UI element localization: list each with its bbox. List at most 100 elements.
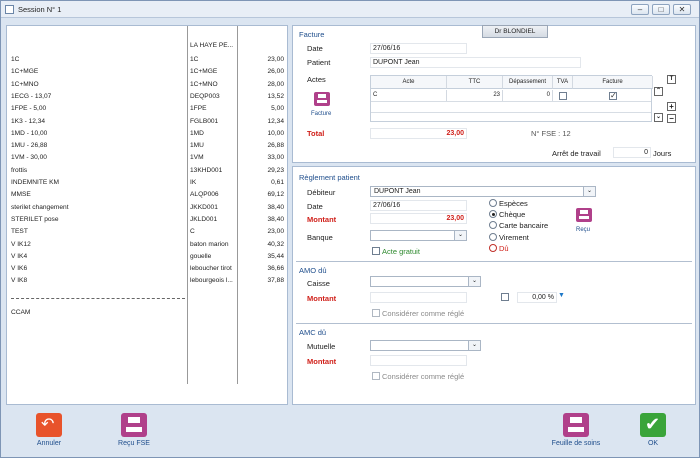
list-item-code[interactable]: 13KHD001 bbox=[190, 167, 222, 178]
radio-cheque[interactable] bbox=[489, 210, 497, 218]
list-item-amount[interactable]: 69,12 bbox=[267, 191, 284, 202]
list-item-code[interactable]: baton marion bbox=[190, 241, 229, 252]
amo-considerer-label[interactable]: Considérer comme réglé bbox=[382, 309, 464, 318]
ok-button[interactable]: OK bbox=[631, 413, 675, 447]
list-item-amount[interactable]: 35,44 bbox=[267, 253, 284, 264]
maximize-button[interactable]: □ bbox=[652, 4, 670, 15]
list-item-amount[interactable]: 28,00 bbox=[267, 81, 284, 92]
remove-row-icon[interactable]: − bbox=[667, 114, 676, 123]
list-item-label[interactable]: INDEMNITE KM bbox=[11, 179, 59, 190]
list-item-amount[interactable]: 13,52 bbox=[267, 93, 284, 104]
list-item-amount[interactable]: 36,66 bbox=[267, 265, 284, 276]
reglement-date-field[interactable]: 27/06/16 bbox=[370, 200, 467, 211]
scroll-up-icon[interactable]: ⌃ bbox=[654, 87, 663, 96]
list-item-label[interactable]: V IK8 bbox=[11, 277, 27, 288]
amc-considerer-label[interactable]: Considérer comme réglé bbox=[382, 372, 464, 381]
list-item-code[interactable]: 1MU bbox=[190, 142, 204, 153]
radio-du-label[interactable]: Dû bbox=[499, 244, 509, 253]
annuler-button[interactable]: Annuler bbox=[27, 413, 71, 447]
amo-considerer-checkbox[interactable] bbox=[372, 309, 380, 317]
radio-du[interactable] bbox=[489, 244, 497, 252]
list-item-amount[interactable]: 33,00 bbox=[267, 154, 284, 165]
list-item-code[interactable]: FGLB001 bbox=[190, 118, 218, 129]
add-row-icon[interactable]: + bbox=[667, 102, 676, 111]
print-recu-label[interactable]: Reçu bbox=[576, 227, 590, 233]
list-item-code[interactable]: JKLD001 bbox=[190, 216, 217, 227]
chevron-down-icon[interactable]: ⌄ bbox=[454, 231, 466, 240]
amo-percent-field[interactable]: 0,00 % bbox=[517, 292, 557, 303]
list-item-label[interactable]: V IK6 bbox=[11, 265, 27, 276]
list-item-amount[interactable]: 5,00 bbox=[271, 105, 284, 116]
list-item-label[interactable]: 1VM - 30,00 bbox=[11, 154, 47, 165]
list-item-label[interactable]: V IK12 bbox=[11, 241, 31, 252]
amo-montant-field[interactable] bbox=[370, 292, 467, 303]
list-item-code[interactable]: ALQP006 bbox=[190, 191, 219, 202]
minimize-button[interactable]: – bbox=[631, 4, 649, 15]
radio-virement-label[interactable]: Virement bbox=[499, 233, 529, 242]
list-item-label[interactable]: 1C bbox=[11, 56, 19, 67]
list-item-code[interactable]: DEQP003 bbox=[190, 93, 220, 104]
list-item-amount[interactable]: 38,40 bbox=[267, 216, 284, 227]
percent-dropdown-icon[interactable]: ▼ bbox=[558, 292, 565, 299]
list-item-code[interactable]: 1C+MGE bbox=[190, 68, 217, 79]
list-item-label[interactable]: 1C+MGE bbox=[11, 68, 38, 79]
list-item-amount[interactable]: 12,34 bbox=[267, 118, 284, 129]
list-item-label[interactable]: frottis bbox=[11, 167, 27, 178]
list-item-amount[interactable]: 37,88 bbox=[267, 277, 284, 288]
list-item-code[interactable]: 1VM bbox=[190, 154, 204, 165]
chevron-down-icon[interactable]: ⌄ bbox=[468, 341, 480, 350]
list-item-code[interactable]: 1C+MNO bbox=[190, 81, 218, 92]
acte-gratuit-label[interactable]: Acte gratuit bbox=[382, 247, 420, 256]
caisse-select[interactable]: ⌄ bbox=[370, 276, 481, 287]
ccam-label[interactable]: CCAM bbox=[11, 309, 30, 320]
list-item-code[interactable]: 1FPE bbox=[190, 105, 207, 116]
print-facture-label[interactable]: Facture bbox=[311, 111, 331, 117]
chevron-down-icon[interactable]: ⌄ bbox=[583, 187, 595, 196]
cell-depassement[interactable]: 0 bbox=[503, 90, 553, 101]
debiteur-select[interactable]: DUPONT Jean ⌄ bbox=[370, 186, 596, 197]
list-item-code[interactable]: 1C bbox=[190, 56, 198, 67]
list-item-amount[interactable]: 23,00 bbox=[267, 228, 284, 239]
acte-gratuit-checkbox[interactable] bbox=[372, 247, 380, 255]
facture-date-field[interactable]: 27/06/16 bbox=[370, 43, 467, 54]
print-facture-icon[interactable] bbox=[314, 92, 330, 106]
banque-select[interactable]: ⌄ bbox=[370, 230, 467, 241]
cell-ttc[interactable]: 23 bbox=[447, 90, 503, 101]
recu-fse-button[interactable]: Reçu FSE bbox=[112, 413, 156, 447]
actes-table[interactable]: Acte TTC Dépassement TVA Facture C 23 0 bbox=[370, 75, 653, 122]
list-item-label[interactable]: STERILET pose bbox=[11, 216, 59, 227]
amc-montant-field[interactable] bbox=[370, 355, 467, 366]
print-recu-icon[interactable] bbox=[576, 208, 592, 222]
list-item-code[interactable]: lebourgeois l... bbox=[190, 277, 233, 288]
amc-considerer-checkbox[interactable] bbox=[372, 372, 380, 380]
list-item-label[interactable]: 1MD - 10,00 bbox=[11, 130, 47, 141]
radio-cheque-label[interactable]: Chèque bbox=[499, 210, 525, 219]
tva-checkbox[interactable] bbox=[559, 92, 567, 100]
list-item-amount[interactable]: 26,00 bbox=[267, 68, 284, 79]
facture-checkbox[interactable] bbox=[609, 91, 617, 100]
list-item-code[interactable]: C bbox=[190, 228, 195, 239]
list-item-label[interactable]: V IK4 bbox=[11, 253, 27, 264]
list-item-code[interactable]: leboucher tirot bbox=[190, 265, 232, 276]
list-item-label[interactable]: MMSE bbox=[11, 191, 31, 202]
mutuelle-select[interactable]: ⌄ bbox=[370, 340, 481, 351]
list-item-label[interactable]: 1ECG - 13,07 bbox=[11, 93, 51, 104]
list-item-label[interactable]: 1C+MNO bbox=[11, 81, 39, 92]
radio-virement[interactable] bbox=[489, 233, 497, 241]
list-item-label[interactable]: 1FPE - 5,00 bbox=[11, 105, 46, 116]
list-item-label[interactable]: 1K3 - 12,34 bbox=[11, 118, 45, 129]
radio-carte-bancaire-label[interactable]: Carte bancaire bbox=[499, 221, 548, 230]
cell-acte[interactable]: C bbox=[373, 90, 447, 101]
scroll-down-icon[interactable]: ⌄ bbox=[654, 113, 663, 122]
list-item-amount[interactable]: 38,40 bbox=[267, 204, 284, 215]
table-settings-icon[interactable]: T bbox=[667, 75, 676, 84]
list-item-amount[interactable]: 26,88 bbox=[267, 142, 284, 153]
list-item-amount[interactable]: 29,23 bbox=[267, 167, 284, 178]
radio-especes-label[interactable]: Espèces bbox=[499, 199, 528, 208]
chevron-down-icon[interactable]: ⌄ bbox=[468, 277, 480, 286]
list-item-label[interactable]: sterilet changement bbox=[11, 204, 69, 215]
close-button[interactable]: ✕ bbox=[673, 4, 691, 15]
list-item-amount[interactable]: 0,61 bbox=[271, 179, 284, 190]
arret-travail-field[interactable]: 0 bbox=[613, 147, 651, 158]
feuille-de-soins-button[interactable]: Feuille de soins bbox=[545, 413, 607, 447]
